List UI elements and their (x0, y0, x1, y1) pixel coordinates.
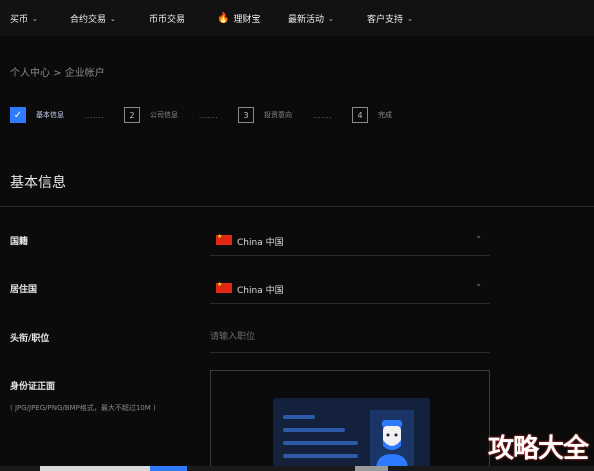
residence-value: China 中国 (237, 286, 284, 296)
chevron-down-icon: ⌄ (32, 14, 38, 23)
title-label: 头衔/职位 (10, 334, 50, 344)
china-flag-icon (216, 233, 232, 245)
step-4: 4 完成 (352, 107, 392, 123)
nationality-label: 国籍 (10, 237, 29, 247)
card-line (283, 415, 315, 419)
nav-support[interactable]: 客户支持 ⌄ (367, 12, 413, 26)
nav-events[interactable]: 最新活动 ⌄ (288, 12, 334, 26)
step-connector: ······· (85, 114, 105, 122)
upload-format-hint: ( JPG/JPEG/PNG/BMP格式，最大不超过10M ) (10, 404, 156, 412)
flame-icon: 🔥 (217, 13, 230, 24)
step-progress: ✓ 基本信息 ······· 2 公司信息 ······· 3 投资意向 ···… (10, 107, 430, 125)
scroll-thumb[interactable] (355, 466, 388, 471)
nav-spot-label: 币币交易 (149, 15, 186, 25)
card-line (283, 428, 345, 432)
top-navigation: 买币 ⌄ 合约交易 ⌄ 币币交易 🔥 理财宝 最新活动 ⌄ 客户支持 ⌄ (0, 0, 594, 36)
title-input[interactable] (210, 321, 490, 353)
chevron-down-icon: ⌄ (328, 14, 334, 23)
scroll-segment (150, 466, 187, 471)
divider (0, 206, 594, 207)
step-1: ✓ 基本信息 (10, 107, 64, 123)
step-2: 2 公司信息 (124, 107, 178, 123)
nav-buy-crypto[interactable]: 买币 ⌄ (10, 12, 38, 26)
step-4-number: 4 (352, 107, 368, 123)
step-2-label: 公司信息 (150, 111, 178, 119)
horizontal-scrollbar[interactable] (0, 466, 594, 471)
china-flag-icon (216, 281, 232, 293)
id-front-label: 身份证正面 (10, 382, 56, 392)
nav-support-label: 客户支持 (367, 15, 404, 25)
step-1-label: 基本信息 (36, 111, 64, 119)
avatar-icon (370, 410, 414, 470)
nav-wealth-label: 理财宝 (233, 15, 261, 25)
nationality-select[interactable]: China 中国 ⌄ (210, 222, 490, 256)
nationality-value: China 中国 (237, 238, 284, 248)
card-line (283, 441, 358, 445)
step-connector: ······· (313, 114, 333, 122)
id-card-illustration (273, 398, 430, 470)
step-4-label: 完成 (378, 111, 392, 119)
chevron-down-icon: ⌄ (110, 14, 116, 23)
step-3-number: 3 (238, 107, 254, 123)
residence-select[interactable]: China 中国 ⌄ (210, 270, 490, 304)
nav-events-label: 最新活动 (288, 15, 325, 25)
chevron-down-icon: ⌄ (475, 279, 482, 288)
nav-buy-label: 买币 (10, 15, 29, 25)
step-2-number: 2 (124, 107, 140, 123)
chevron-down-icon: ⌄ (407, 14, 413, 23)
chevron-down-icon: ⌄ (475, 231, 482, 240)
step-connector: ······· (199, 114, 219, 122)
site-watermark: 攻略大全 (487, 434, 589, 464)
id-front-upload-area[interactable] (210, 370, 490, 471)
section-title: 基本信息 (10, 175, 66, 191)
residence-label: 居住国 (10, 285, 38, 295)
breadcrumb: 个人中心 > 企业帐户 (10, 68, 105, 79)
step-3: 3 投资意向 (238, 107, 292, 123)
scroll-segment (40, 466, 150, 471)
nav-contract-trading[interactable]: 合约交易 ⌄ (70, 12, 116, 26)
nav-contract-label: 合约交易 (70, 15, 107, 25)
nav-spot-trading[interactable]: 币币交易 (149, 12, 185, 25)
nav-wealth[interactable]: 🔥 理财宝 (217, 12, 260, 25)
card-line (283, 454, 358, 458)
step-3-label: 投资意向 (264, 111, 292, 119)
check-icon: ✓ (10, 107, 26, 123)
